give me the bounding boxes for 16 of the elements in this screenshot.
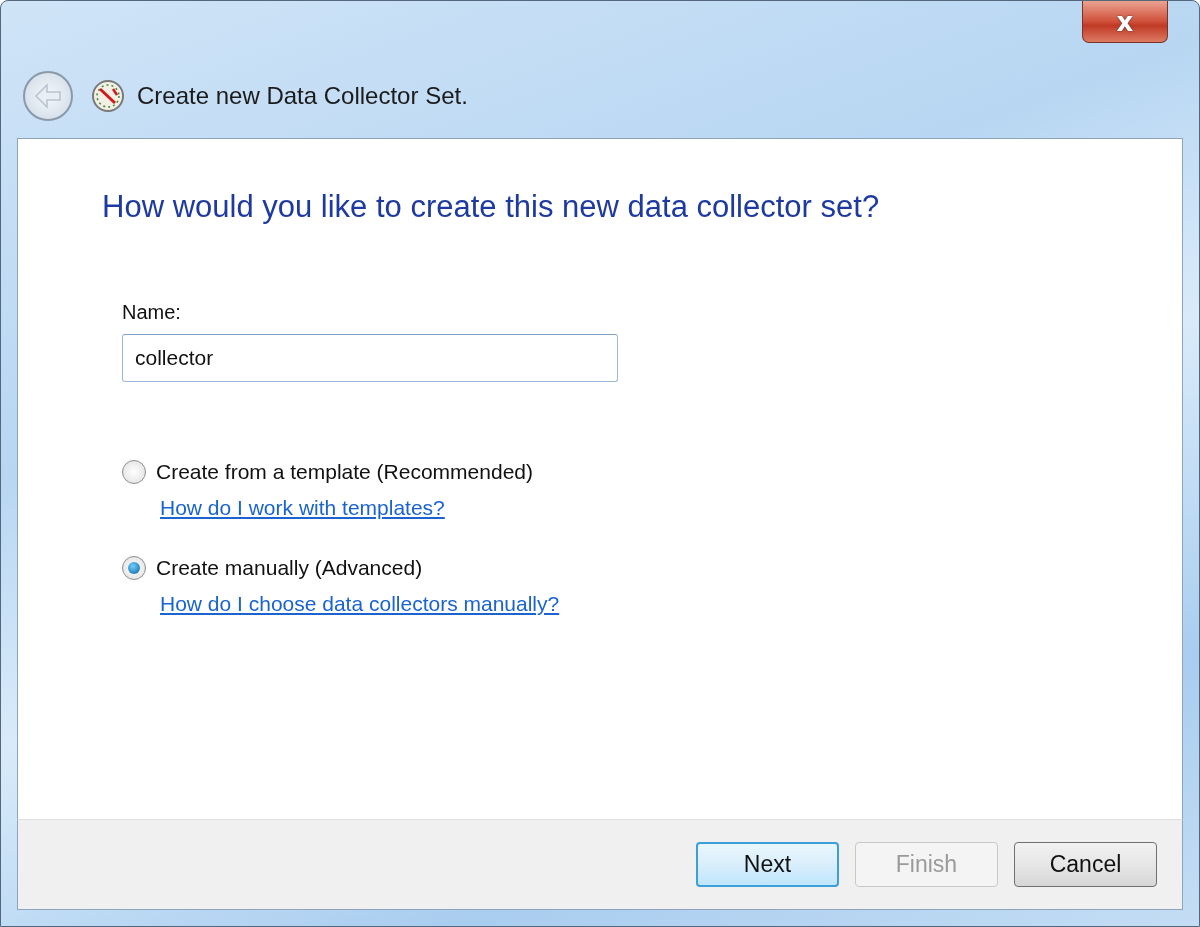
dialog-button[interactable]: Cancel	[1014, 842, 1157, 887]
help-link[interactable]: How do I work with templates?	[160, 496, 445, 520]
option-label: Create manually (Advanced)	[156, 556, 423, 580]
gauge-icon	[91, 79, 125, 113]
back-button[interactable]	[23, 71, 73, 121]
radio-button[interactable]	[122, 556, 146, 580]
name-label: Name:	[122, 301, 182, 324]
dialog-button[interactable]: Next	[696, 842, 839, 887]
close-button[interactable]: x	[1082, 1, 1168, 43]
window-title: Create new Data Collector Set.	[137, 82, 468, 110]
help-link[interactable]: How do I choose data collectors manually?	[160, 592, 560, 616]
page-heading: How would you like to create this new data collector set?	[102, 189, 881, 225]
back-arrow-icon	[33, 83, 63, 109]
option-label: Create from a template (Recommended)	[156, 460, 533, 484]
radio-button[interactable]	[122, 460, 146, 484]
name-input-field[interactable]: collector	[122, 334, 618, 382]
